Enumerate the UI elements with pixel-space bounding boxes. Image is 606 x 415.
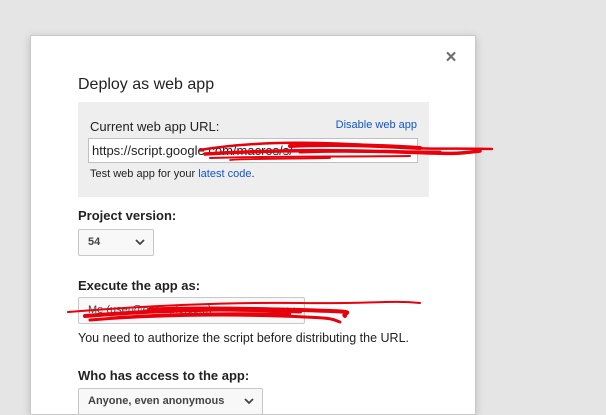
dialog-title: Deploy as web app [78, 76, 215, 93]
chevron-down-icon [135, 239, 145, 246]
access-select[interactable]: Anyone, even anonymous [78, 388, 263, 415]
execute-as-select[interactable]: Me (user@example.com) [78, 297, 305, 324]
project-version-select[interactable]: 54 [78, 229, 154, 256]
chevron-down-icon [286, 307, 296, 314]
latest-code-link[interactable]: latest code [198, 168, 251, 180]
disable-web-app-link[interactable]: Disable web app [336, 119, 417, 131]
access-value: Anyone, even anonymous [88, 395, 225, 407]
close-icon[interactable]: × [443, 48, 459, 67]
test-web-app-text: Test web app for your latest code. [90, 168, 255, 180]
web-app-url-field[interactable]: https://script.google.com/macros/s/ [88, 138, 418, 163]
test-suffix: . [251, 168, 255, 180]
execute-as-label: Execute the app as: [78, 278, 201, 293]
chevron-down-icon [244, 398, 254, 405]
execute-as-value: Me (user@example.com) [88, 304, 212, 316]
web-app-url-panel: Current web app URL: Disable web app htt… [78, 102, 429, 197]
access-label: Who has access to the app: [78, 368, 250, 383]
project-version-value: 54 [88, 236, 101, 248]
deploy-dialog: × Deploy as web app Current web app URL:… [30, 35, 476, 415]
project-version-label: Project version: [78, 208, 177, 223]
url-label: Current web app URL: [90, 119, 220, 134]
test-text: Test web app for your [90, 168, 199, 180]
authorize-note: You need to authorize the script before … [78, 331, 409, 345]
